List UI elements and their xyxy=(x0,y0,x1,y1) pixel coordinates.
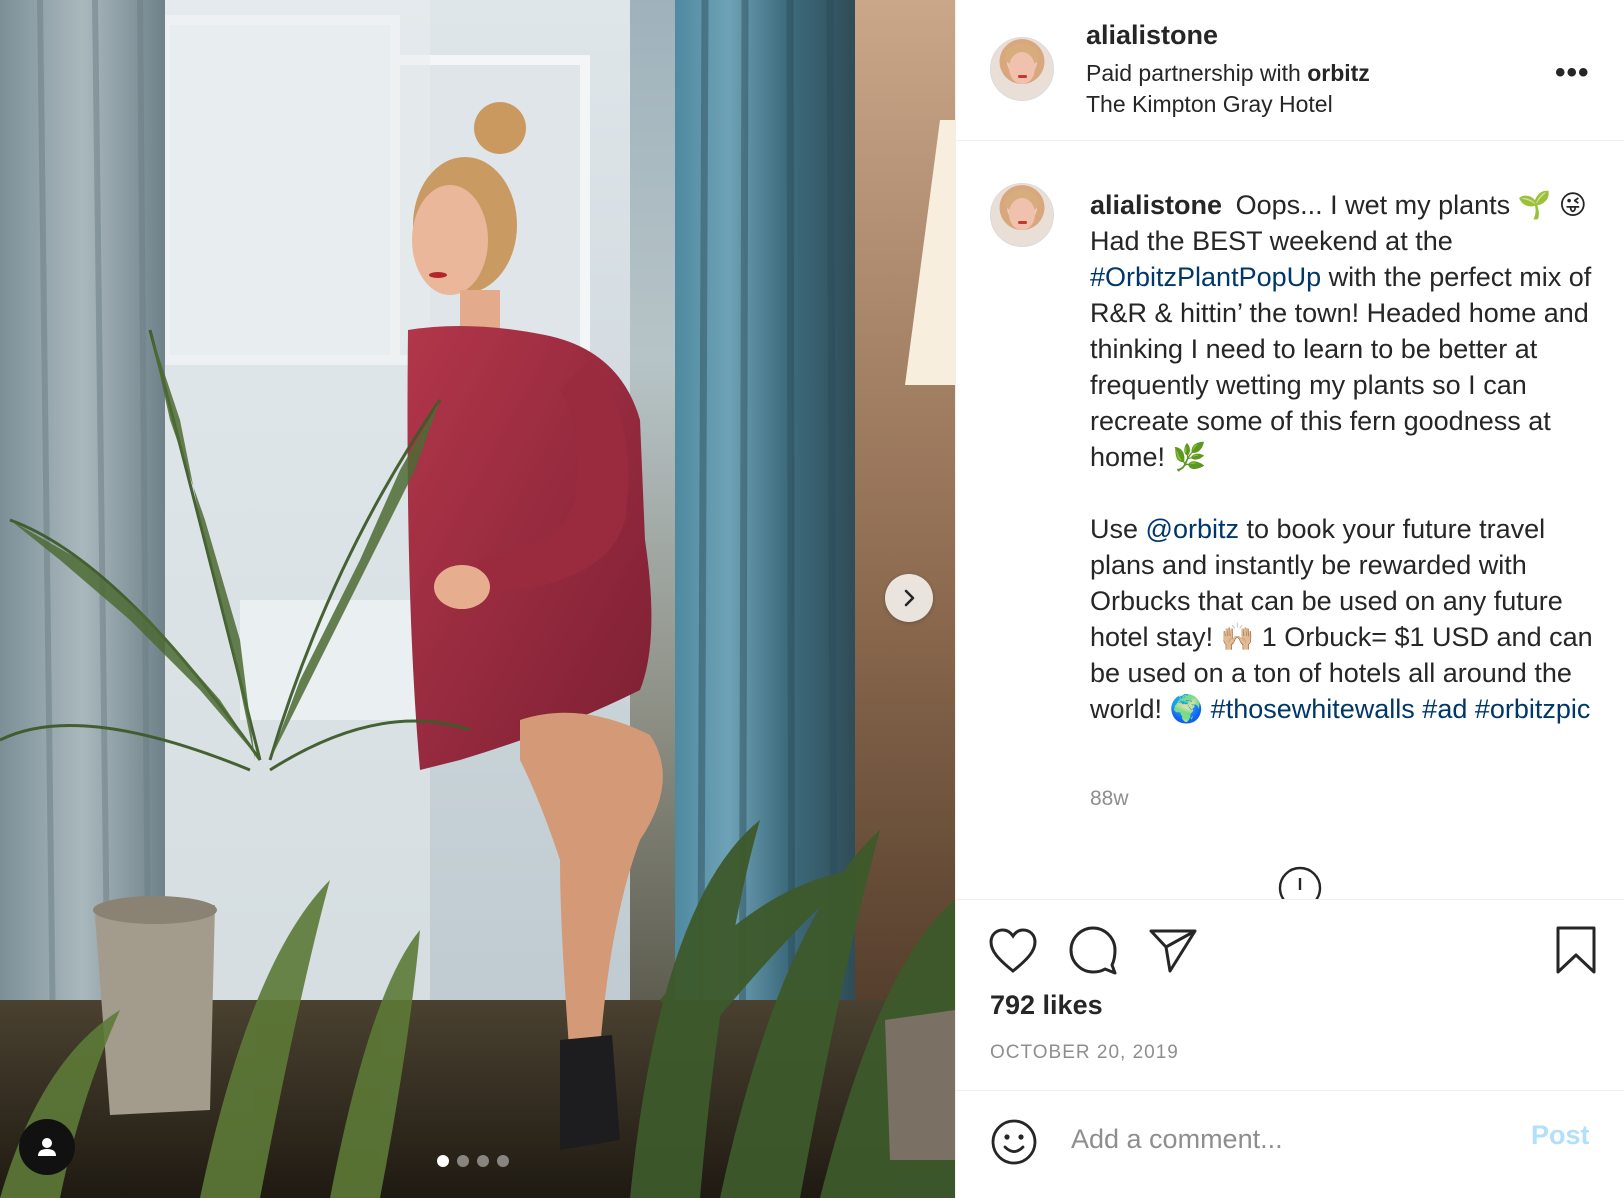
comment-input[interactable] xyxy=(1069,1118,1503,1160)
caption-text: with the perfect mix of R&R & hittin’ th… xyxy=(1090,262,1592,472)
photo-scene xyxy=(0,0,955,1198)
carousel-dot xyxy=(477,1155,489,1167)
author-username[interactable]: alialistone xyxy=(1086,20,1218,51)
mention-link[interactable]: @orbitz xyxy=(1146,514,1239,544)
post-comment-button[interactable]: Post xyxy=(1531,1120,1590,1151)
caption-text: Use xyxy=(1090,514,1139,544)
post-header: alialistone Paid partnership with orbitz… xyxy=(956,0,1624,141)
hashtag-link[interactable]: #orbitzpic xyxy=(1475,694,1591,724)
caption-avatar[interactable] xyxy=(990,183,1054,247)
chevron-right-icon xyxy=(904,589,915,607)
post-photo[interactable] xyxy=(0,0,955,1198)
more-options-button[interactable]: ••• xyxy=(1555,56,1590,90)
author-avatar[interactable] xyxy=(990,37,1054,101)
load-more-comments-icon[interactable] xyxy=(1278,866,1322,899)
user-icon xyxy=(38,1138,56,1156)
comment-icon[interactable] xyxy=(1068,925,1118,975)
carousel-indicator xyxy=(437,1155,509,1167)
hashtag-link[interactable]: #ad xyxy=(1422,694,1467,724)
emoji-smiley-icon[interactable] xyxy=(990,1118,1038,1166)
post-side-panel: alialistone Paid partnership with orbitz… xyxy=(955,0,1624,1198)
post-caption: alialistone Oops... I wet my plants 🌱 😜 … xyxy=(1090,187,1600,727)
location-link[interactable]: The Kimpton Gray Hotel xyxy=(1086,91,1333,118)
hashtag-link[interactable]: #OrbitzPlantPopUp xyxy=(1090,262,1321,292)
comments-scroll-area[interactable]: alialistone Oops... I wet my plants 🌱 😜 … xyxy=(956,141,1624,899)
caption-age[interactable]: 88w xyxy=(1090,787,1129,811)
partnership-prefix: Paid partnership with xyxy=(1086,60,1301,86)
like-count[interactable]: 792 likes xyxy=(990,990,1103,1021)
hashtag-link[interactable]: #thosewhitewalls xyxy=(1211,694,1415,724)
save-bookmark-icon[interactable] xyxy=(1554,925,1598,975)
caption-text: to book your future travel plans and ins… xyxy=(1090,514,1593,724)
partner-link[interactable]: orbitz xyxy=(1307,60,1370,86)
carousel-dot xyxy=(497,1155,509,1167)
caption-username[interactable]: alialistone xyxy=(1090,190,1222,220)
carousel-dot xyxy=(457,1155,469,1167)
next-slide-button[interactable] xyxy=(885,574,933,622)
post-actions: 792 likes OCTOBER 20, 2019 xyxy=(956,899,1624,1091)
add-comment-bar: Post xyxy=(956,1090,1624,1198)
carousel-dot xyxy=(437,1155,449,1167)
like-heart-icon[interactable] xyxy=(988,927,1038,975)
tagged-users-button[interactable] xyxy=(19,1119,75,1175)
paid-partnership-label: Paid partnership with orbitz xyxy=(1086,60,1370,87)
post-date[interactable]: OCTOBER 20, 2019 xyxy=(990,1042,1179,1064)
share-send-icon[interactable] xyxy=(1148,927,1198,973)
